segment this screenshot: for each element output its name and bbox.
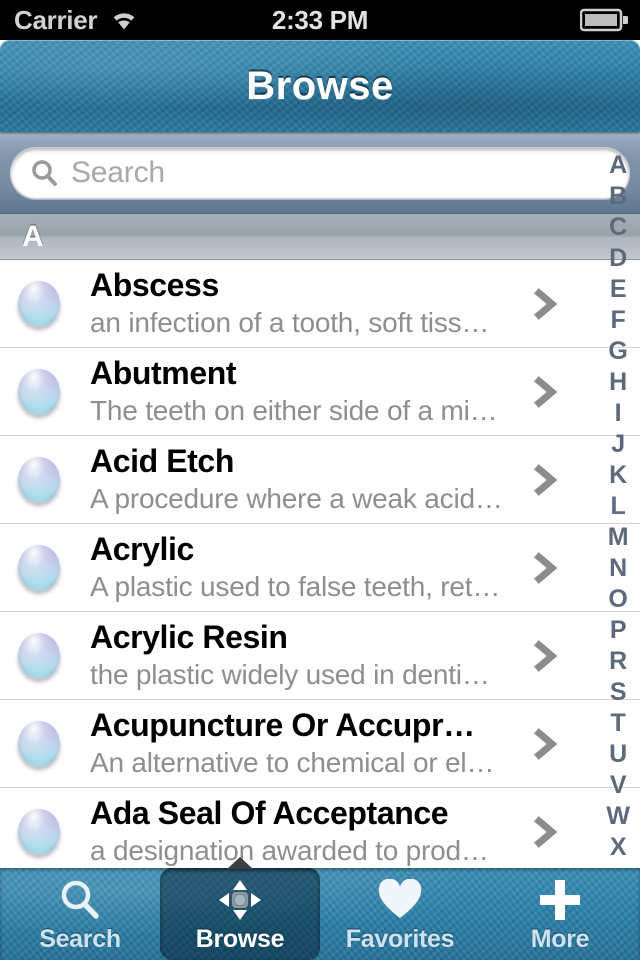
search-magnifier-icon (57, 878, 103, 922)
tab-search[interactable]: Search (0, 868, 160, 960)
list-item-text: Abutment The teeth on either side of a m… (90, 356, 520, 427)
battery-full-icon (580, 8, 628, 32)
index-letter-X[interactable]: X (596, 832, 640, 863)
list-item-text: Acupuncture Or Accupr… An alternative to… (90, 708, 520, 779)
list-item-title: Acid Etch (90, 443, 234, 479)
index-letter-C[interactable]: C (596, 212, 640, 243)
list-item[interactable]: Acid Etch A procedure where a weak acid… (0, 436, 640, 524)
list-item-title: Abutment (90, 355, 237, 391)
sphere-bullet-icon (18, 632, 60, 679)
index-letter-W[interactable]: W (596, 801, 640, 832)
page-title: Browse (246, 63, 394, 108)
section-header: A (0, 214, 640, 260)
tab-label: More (530, 925, 590, 953)
list-item-subtitle: a designation awarded to prod… (90, 834, 489, 866)
index-letter-T[interactable]: T (596, 708, 640, 739)
entry-list[interactable]: Abscess an infection of a tooth, soft ti… (0, 260, 640, 870)
heart-icon (377, 878, 423, 922)
tab-browse[interactable]: Browse (160, 857, 320, 960)
list-item-subtitle: an infection of a tooth, soft tiss… (90, 306, 490, 338)
index-letter-O[interactable]: O (596, 584, 640, 615)
clock-label: 2:33 PM (271, 4, 369, 35)
disclosure-chevron-icon[interactable] (520, 724, 572, 764)
list-item-text: Acrylic A plastic used to false teeth, r… (90, 532, 520, 603)
list-item-subtitle: The teeth on either side of a mi… (90, 394, 498, 426)
index-letter-M[interactable]: M (596, 522, 640, 553)
navigation-bar: Browse (0, 40, 640, 132)
index-letter-E[interactable]: E (596, 274, 640, 305)
search-bar-container: Search (0, 132, 640, 214)
disclosure-chevron-icon[interactable] (520, 548, 572, 588)
dpad-navigation-icon (217, 878, 263, 922)
app-screen: Carrier 2:33 PM Browse Search A Abscess … (0, 0, 640, 960)
list-item[interactable]: Acrylic A plastic used to false teeth, r… (0, 524, 640, 612)
status-bar: Carrier 2:33 PM (0, 0, 640, 40)
list-item[interactable]: Ada Seal Of Acceptance a designation awa… (0, 788, 640, 870)
list-item-title: Acupuncture Or Accupr… (90, 707, 475, 743)
section-header-label: A (22, 219, 44, 253)
index-letter-R[interactable]: R (596, 646, 640, 677)
search-input[interactable]: Search (10, 146, 630, 199)
tab-bar: Search Browse Favorites More (0, 857, 640, 960)
list-item-text: Abscess an infection of a tooth, soft ti… (90, 268, 520, 339)
index-letter-A[interactable]: A (596, 150, 640, 181)
index-letter-D[interactable]: D (596, 243, 640, 274)
index-letter-I[interactable]: I (596, 398, 640, 429)
list-item[interactable]: Abscess an infection of a tooth, soft ti… (0, 260, 640, 348)
index-letter-K[interactable]: K (596, 460, 640, 491)
index-letter-S[interactable]: S (596, 677, 640, 708)
list-item-title: Acrylic (90, 531, 194, 567)
index-letter-L[interactable]: L (596, 491, 640, 522)
list-item-subtitle: An alternative to chemical or el… (90, 746, 495, 778)
list-item-title: Acrylic Resin (90, 619, 288, 655)
sphere-bullet-icon (18, 808, 60, 855)
disclosure-chevron-icon[interactable] (520, 284, 572, 324)
plus-icon (537, 878, 583, 922)
index-letter-J[interactable]: J (596, 429, 640, 460)
index-letter-U[interactable]: U (596, 739, 640, 770)
list-item-text: Acrylic Resin the plastic widely used in… (90, 620, 520, 691)
selected-tab-notch (227, 857, 253, 869)
list-item-subtitle: A procedure where a weak acid… (90, 482, 503, 514)
sphere-bullet-icon (18, 368, 60, 415)
index-letter-H[interactable]: H (596, 367, 640, 398)
tab-label: Favorites (345, 925, 455, 953)
tab-favorites[interactable]: Favorites (320, 868, 480, 960)
index-letter-B[interactable]: B (596, 181, 640, 212)
sphere-bullet-icon (18, 280, 60, 327)
index-letter-P[interactable]: P (596, 615, 640, 646)
list-item[interactable]: Acupuncture Or Accupr… An alternative to… (0, 700, 640, 788)
index-letter-G[interactable]: G (596, 336, 640, 367)
sphere-bullet-icon (18, 456, 60, 503)
sphere-bullet-icon (18, 544, 60, 591)
index-letter-V[interactable]: V (596, 770, 640, 801)
alphabet-index-strip[interactable]: A B C D E F G H I J K L M N O P R S T U … (596, 150, 640, 863)
list-item-title: Abscess (90, 267, 219, 303)
list-item-subtitle: the plastic widely used in denti… (90, 658, 490, 690)
list-item-subtitle: A plastic used to false teeth, ret… (90, 570, 501, 602)
list-item-text: Ada Seal Of Acceptance a designation awa… (90, 796, 520, 867)
tab-label: Browse (195, 925, 285, 953)
disclosure-chevron-icon[interactable] (520, 460, 572, 500)
disclosure-chevron-icon[interactable] (520, 636, 572, 676)
index-letter-N[interactable]: N (596, 553, 640, 584)
list-item-title: Ada Seal Of Acceptance (90, 795, 449, 831)
search-magnifier-icon (29, 158, 59, 188)
tab-more[interactable]: More (480, 868, 640, 960)
list-item[interactable]: Acrylic Resin the plastic widely used in… (0, 612, 640, 700)
list-item-text: Acid Etch A procedure where a weak acid… (90, 444, 520, 515)
disclosure-chevron-icon[interactable] (520, 372, 572, 412)
list-item[interactable]: Abutment The teeth on either side of a m… (0, 348, 640, 436)
disclosure-chevron-icon[interactable] (520, 812, 572, 852)
index-letter-F[interactable]: F (596, 305, 640, 336)
tab-label: Search (39, 925, 121, 953)
sphere-bullet-icon (18, 720, 60, 767)
search-placeholder: Search (71, 155, 165, 189)
